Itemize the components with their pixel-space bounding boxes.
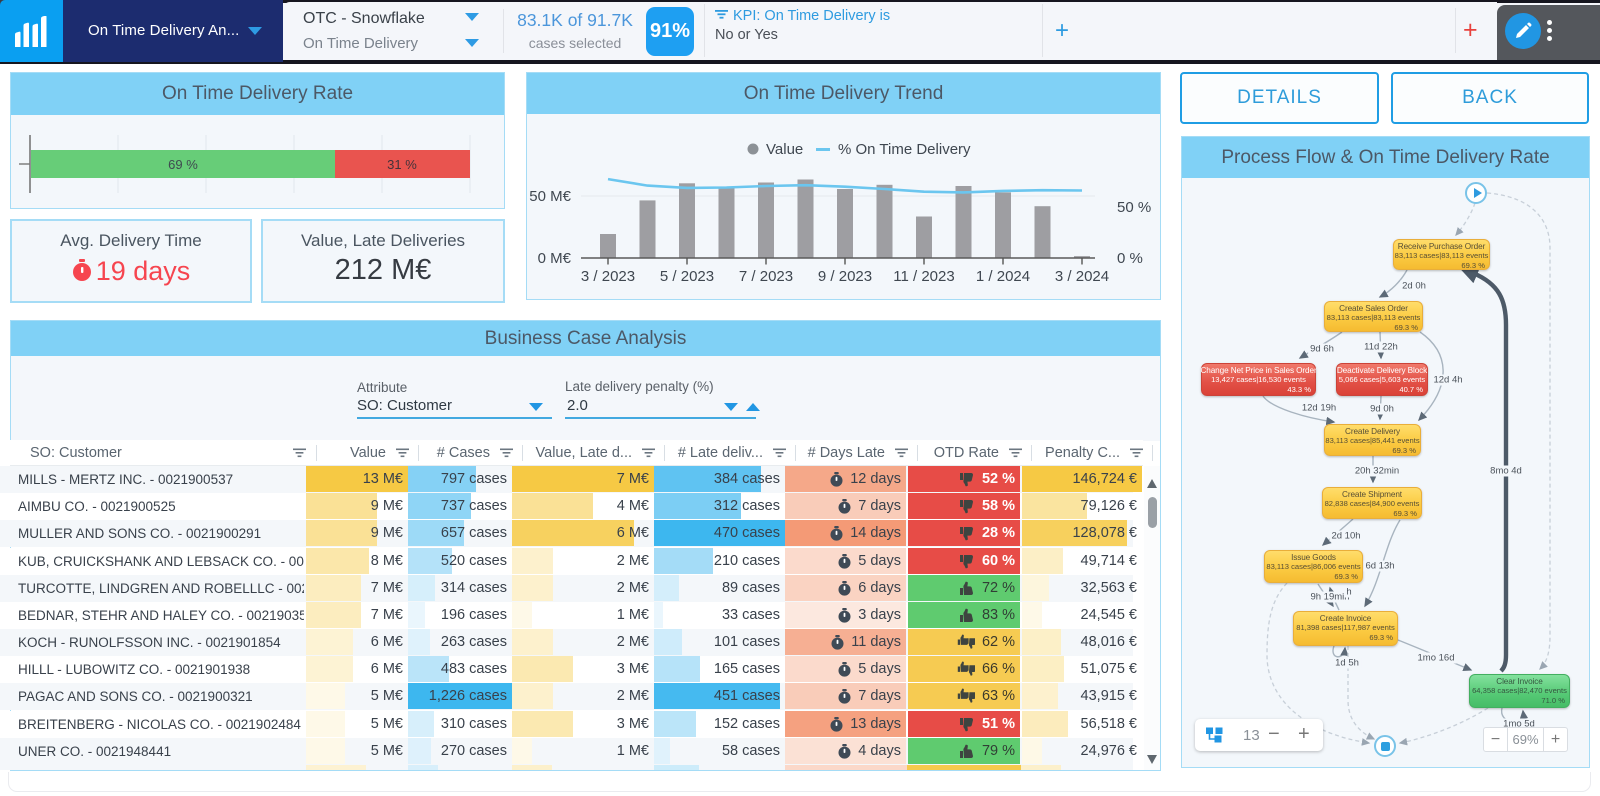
svg-text:% On Time Delivery: % On Time Delivery — [838, 141, 971, 158]
svg-text:50 M€: 50 M€ — [529, 188, 571, 205]
svg-text:3 / 2023: 3 / 2023 — [581, 268, 635, 285]
svg-text:0 M€: 0 M€ — [538, 250, 572, 267]
svg-text:3 / 2024: 3 / 2024 — [1055, 268, 1109, 285]
svg-text:69 %: 69 % — [168, 157, 198, 172]
svg-text:5 / 2023: 5 / 2023 — [660, 268, 714, 285]
svg-text:31 %: 31 % — [387, 157, 417, 172]
svg-text:7 / 2023: 7 / 2023 — [739, 268, 793, 285]
svg-text:50 %: 50 % — [1117, 199, 1151, 216]
svg-text:9 / 2023: 9 / 2023 — [818, 268, 872, 285]
svg-text:1 / 2024: 1 / 2024 — [976, 268, 1030, 285]
svg-text:11 / 2023: 11 / 2023 — [893, 268, 954, 285]
svg-text:0 %: 0 % — [1117, 250, 1143, 267]
svg-text:Value: Value — [766, 141, 803, 158]
